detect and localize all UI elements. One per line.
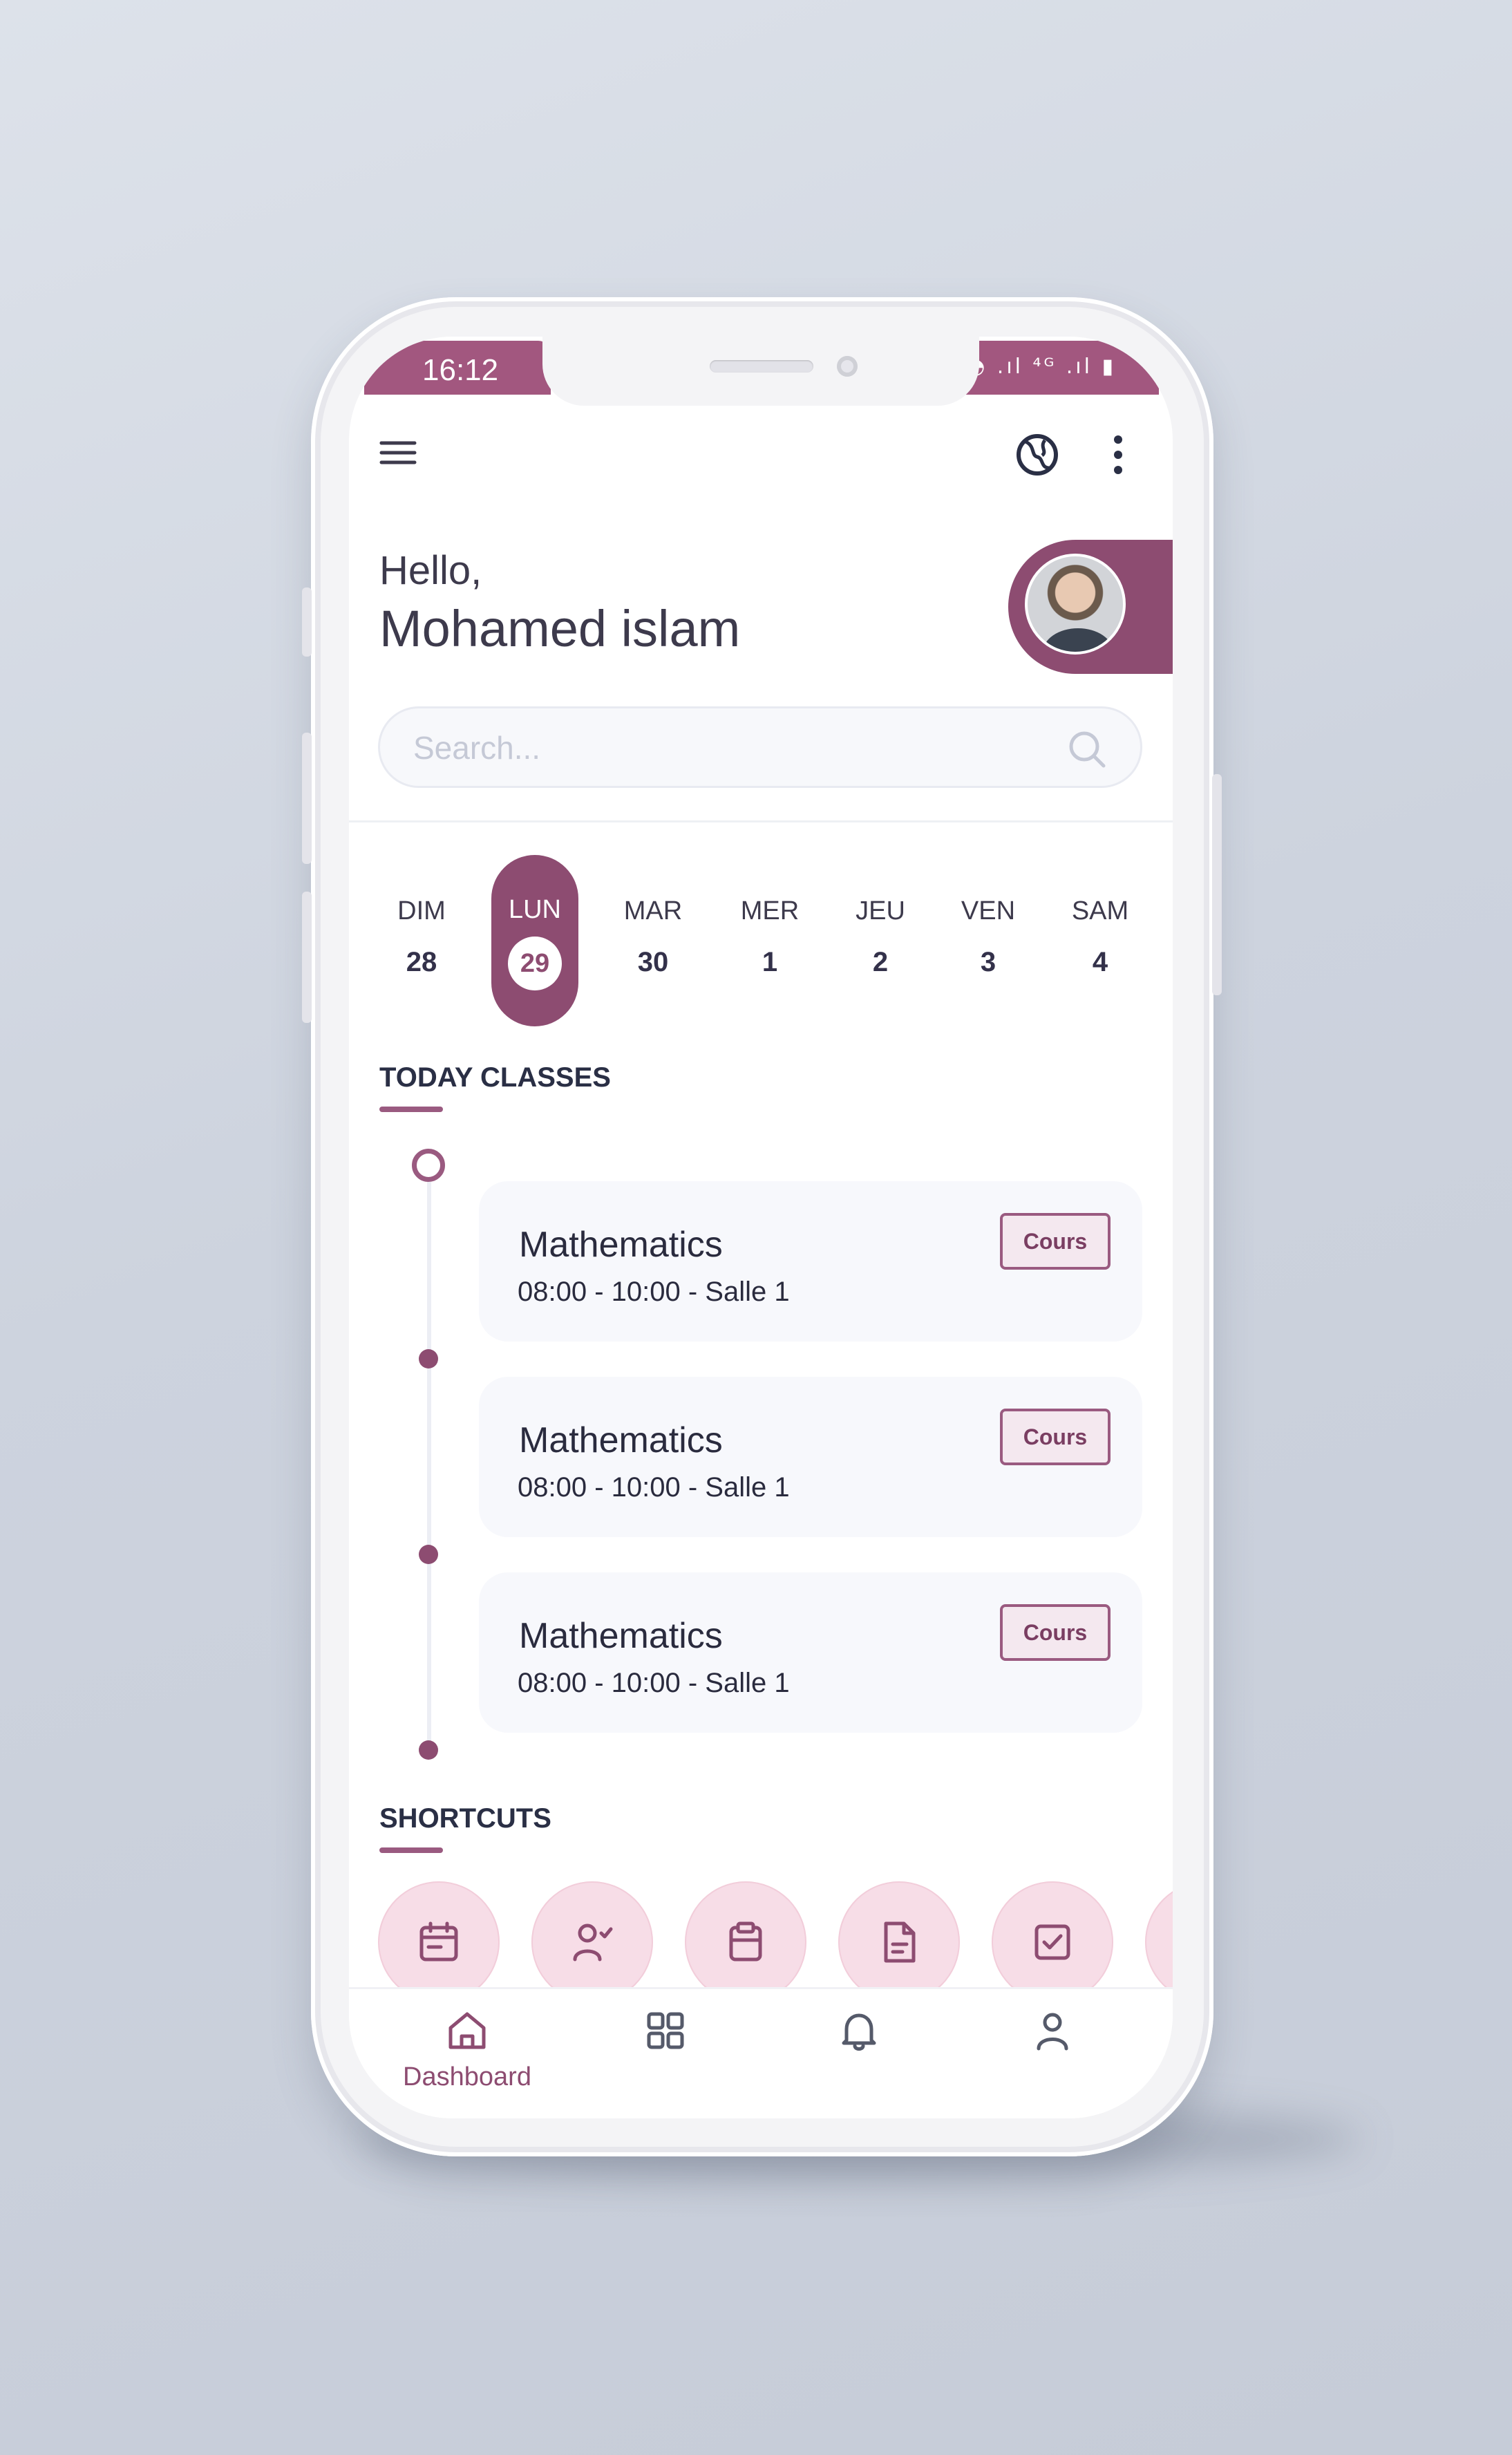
status-time: 16:12 xyxy=(422,353,499,387)
day-number: 3 xyxy=(980,947,996,977)
nav-notifications[interactable] xyxy=(831,2009,887,2053)
day-name: DIM xyxy=(397,896,446,925)
shortcut-attendance[interactable] xyxy=(531,1881,653,2003)
search-input[interactable] xyxy=(412,725,1037,771)
app-screen: 16:12 ◔ .ıl ⁴ᴳ .ıl ▮ Hello, Mohamed isla… xyxy=(349,337,1173,2118)
document-icon xyxy=(884,1921,916,1963)
status-bar-right: ◔ .ıl ⁴ᴳ .ıl ▮ xyxy=(965,341,1159,395)
class-card[interactable]: Mathematics 08:00 - 10:00 - Salle 1 Cour… xyxy=(479,1377,1142,1537)
phone-notch xyxy=(542,337,979,406)
day-wednesday[interactable]: MER 1 xyxy=(732,896,808,978)
class-type-badge: Cours xyxy=(1000,1213,1111,1270)
front-camera xyxy=(837,356,858,377)
day-name: SAM xyxy=(1071,896,1129,925)
day-friday[interactable]: VEN 3 xyxy=(950,896,1026,978)
day-saturday[interactable]: SAM 4 xyxy=(1062,896,1138,978)
timeline-dot xyxy=(419,1740,438,1760)
search-bar[interactable] xyxy=(378,706,1142,788)
day-name: MER xyxy=(740,896,800,925)
class-details: 08:00 - 10:00 - Salle 1 xyxy=(518,1277,790,1307)
day-name: LUN xyxy=(508,895,562,924)
day-monday-selected[interactable]: LUN 29 xyxy=(491,855,578,1026)
class-subject: Mathematics xyxy=(519,1225,723,1265)
class-card[interactable]: Mathematics 08:00 - 10:00 - Salle 1 Cour… xyxy=(479,1572,1142,1733)
day-name: JEU xyxy=(856,896,905,925)
section-underline xyxy=(379,1847,443,1853)
greeting-hello: Hello, xyxy=(379,548,482,593)
phone-side-button xyxy=(302,733,312,864)
more-options-button[interactable] xyxy=(1101,426,1135,483)
profile-avatar-tab[interactable] xyxy=(1008,540,1173,674)
class-type-badge: Cours xyxy=(1000,1409,1111,1465)
class-details: 08:00 - 10:00 - Salle 1 xyxy=(518,1668,790,1698)
phone-side-button xyxy=(302,892,312,1023)
phone-side-button xyxy=(302,587,312,657)
user-check-icon xyxy=(573,1923,613,1962)
class-details: 08:00 - 10:00 - Salle 1 xyxy=(518,1472,790,1503)
class-card[interactable]: Mathematics 08:00 - 10:00 - Salle 1 Cour… xyxy=(479,1181,1142,1342)
shortcut-more[interactable] xyxy=(1145,1881,1173,2003)
phone-power-button xyxy=(1212,774,1222,995)
day-name: MAR xyxy=(623,896,683,925)
nav-grid[interactable] xyxy=(638,2009,693,2053)
class-subject: Mathematics xyxy=(519,1420,723,1460)
class-subject: Mathematics xyxy=(519,1616,723,1656)
day-number: 29 xyxy=(508,937,562,990)
day-name: VEN xyxy=(961,896,1016,925)
menu-button[interactable] xyxy=(374,430,422,478)
shortcut-tasks[interactable] xyxy=(992,1881,1113,2003)
nav-dashboard[interactable]: Dashboard xyxy=(401,2009,533,2092)
day-tuesday[interactable]: MAR 30 xyxy=(615,896,691,978)
avatar xyxy=(1025,554,1126,655)
home-icon xyxy=(448,2012,486,2049)
vertical-dots-icon xyxy=(1114,435,1122,474)
class-type-badge: Cours xyxy=(1000,1604,1111,1661)
timeline-line xyxy=(427,1173,431,1753)
bell-icon xyxy=(842,2013,876,2051)
shortcut-calendar[interactable] xyxy=(378,1881,500,2003)
shortcut-document[interactable] xyxy=(838,1881,960,2003)
day-number: 1 xyxy=(762,947,778,977)
globe-icon xyxy=(1017,434,1058,476)
section-underline xyxy=(379,1107,443,1112)
menu-lines-icon xyxy=(379,441,417,464)
shortcut-clipboard[interactable] xyxy=(685,1881,806,2003)
timeline-dot xyxy=(419,1545,438,1564)
globe-button[interactable] xyxy=(1009,426,1066,483)
grid-icon xyxy=(647,2012,684,2049)
day-thursday[interactable]: JEU 2 xyxy=(842,896,918,978)
checkbox-icon xyxy=(1034,1924,1070,1960)
day-number: 2 xyxy=(872,947,889,977)
search-icon[interactable] xyxy=(1067,729,1107,773)
clipboard-icon xyxy=(729,1921,762,1962)
signal-icons: ◔ .ıl ⁴ᴳ .ıl ▮ xyxy=(967,355,1116,379)
status-bar-left: 16:12 xyxy=(364,341,551,395)
day-number: 30 xyxy=(637,947,669,977)
timeline-dot xyxy=(419,1349,438,1368)
today-classes-title: TODAY CLASSES xyxy=(379,1062,611,1093)
bottom-navigation: Dashboard xyxy=(349,1987,1173,2118)
day-sunday[interactable]: DIM 28 xyxy=(384,896,460,978)
day-number: 4 xyxy=(1092,947,1108,977)
user-icon xyxy=(1037,2013,1068,2051)
day-number: 28 xyxy=(406,947,437,977)
timeline-start-ring xyxy=(412,1149,445,1182)
calendar-icon xyxy=(419,1921,458,1962)
speaker-grille xyxy=(710,360,813,373)
user-name: Mohamed islam xyxy=(379,600,741,657)
nav-profile[interactable] xyxy=(1025,2009,1080,2053)
header-divider xyxy=(349,820,1173,822)
shortcuts-title: SHORTCUTS xyxy=(379,1803,551,1834)
nav-label: Dashboard xyxy=(403,2062,531,2091)
